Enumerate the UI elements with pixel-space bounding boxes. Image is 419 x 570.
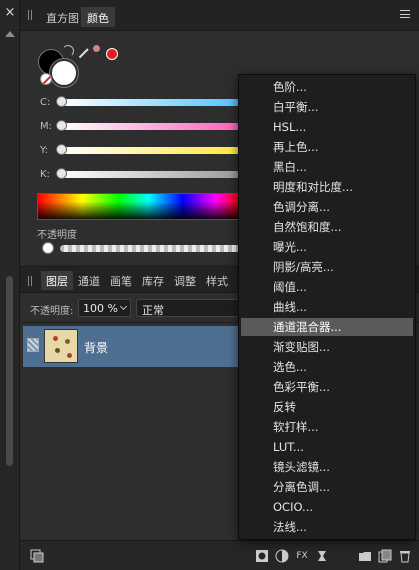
menu-item[interactable]: 再上色... [241,138,413,156]
menu-item[interactable]: 曲线... [241,298,413,316]
layer-options-icon[interactable] [30,549,44,563]
menu-item[interactable]: 阈值... [241,278,413,296]
live-filter-icon[interactable] [315,549,329,563]
slider-c[interactable] [56,96,240,107]
top-panel-tabbar: 直方图 颜色 [20,0,419,31]
opacity-label: 不透明度 [37,230,77,241]
delete-layer-icon[interactable] [398,549,412,563]
menu-item[interactable]: 白平衡... [241,98,413,116]
color-picker-icon[interactable] [78,45,100,61]
menu-item[interactable]: 反转 [241,398,413,416]
menu-item[interactable]: 自然饱和度... [241,218,413,236]
chevron-down-icon [119,302,128,311]
tab-stock[interactable]: 库存 [137,271,169,290]
menu-item[interactable]: 色调分离... [241,198,413,216]
panel-grip-icon[interactable] [28,276,32,286]
slider-m[interactable] [56,120,240,131]
blend-mode-value: 正常 [142,304,164,317]
tab-adjustments[interactable]: 调整 [169,271,201,290]
slider-label-m: M: [40,121,52,132]
tab-color[interactable]: 颜色 [81,7,115,27]
opacity-slider[interactable] [60,245,240,252]
menu-item[interactable]: 渐变贴图... [241,338,413,356]
slider-knob[interactable] [56,168,67,179]
menu-item[interactable]: 阴影/高亮... [241,258,413,276]
menu-item[interactable]: OCIO... [241,498,413,516]
no-color-icon[interactable] [40,73,52,85]
stroke-color-swatch[interactable] [50,59,78,87]
menu-item[interactable]: HSL... [241,118,413,136]
menu-item[interactable]: 分离色调... [241,478,413,496]
menu-item[interactable]: 黑白... [241,158,413,176]
layer-visibility-icon[interactable] [27,338,39,352]
slider-y[interactable] [56,144,240,155]
layer-thumbnail [44,329,78,363]
mask-layer-icon[interactable] [255,549,269,563]
layer-opacity-label: 不透明度: [30,306,74,317]
blend-mode-dropdown[interactable]: 正常 [136,299,246,317]
layer-opacity-value: 100 % [83,302,118,315]
layer-opacity-dropdown[interactable]: 100 % [78,299,131,317]
adjustment-layer-icon[interactable] [275,549,289,563]
left-dock-strip: × [0,0,20,570]
opacity-slider-knob[interactable] [42,242,54,254]
menu-item[interactable]: 明度和对比度... [241,178,413,196]
menu-item[interactable]: 选色... [241,358,413,376]
fx-icon[interactable]: FX [295,549,309,563]
tab-brushes[interactable]: 画笔 [105,271,137,290]
close-icon[interactable]: × [4,6,16,20]
tab-layers[interactable]: 图层 [41,271,73,290]
color-spectrum[interactable] [37,193,240,220]
group-layers-icon[interactable] [358,549,372,563]
adjustments-context-menu: 色阶... 白平衡... HSL... 再上色... 黑白... 明度和对比度... 色调分… [238,74,416,540]
menu-item[interactable]: 曝光... [241,238,413,256]
menu-item[interactable]: 色彩平衡... [241,378,413,396]
slider-k[interactable] [56,168,240,179]
slider-label-y: Y: [40,145,49,156]
menu-item[interactable]: 通道混合器... [241,318,413,336]
panel-grip-icon[interactable] [28,10,32,20]
slider-label-c: C: [40,97,51,108]
slider-label-k: K: [40,169,50,180]
scrollbar[interactable] [6,276,13,466]
tab-channels[interactable]: 通道 [73,271,105,290]
add-layer-icon[interactable] [378,549,392,563]
layer-name: 背景 [84,341,109,355]
scroll-up-arrow-icon[interactable] [5,31,15,37]
layers-bottom-toolbar: FX [20,540,419,570]
menu-item[interactable]: 软打样... [241,418,413,436]
slider-knob[interactable] [56,120,67,131]
tab-styles[interactable]: 样式 [201,271,233,290]
menu-item[interactable]: 镜头滤镜... [241,458,413,476]
menu-item[interactable]: 法线... [241,518,413,536]
menu-item[interactable]: LUT... [241,438,413,456]
picked-color-swatch[interactable] [106,48,118,60]
tab-histogram[interactable]: 直方图 [40,7,85,27]
panel-menu-icon[interactable] [400,10,410,18]
slider-knob[interactable] [56,96,67,107]
menu-item[interactable]: 色阶... [241,78,413,96]
swap-colors-icon[interactable] [62,45,74,57]
slider-knob[interactable] [56,144,67,155]
